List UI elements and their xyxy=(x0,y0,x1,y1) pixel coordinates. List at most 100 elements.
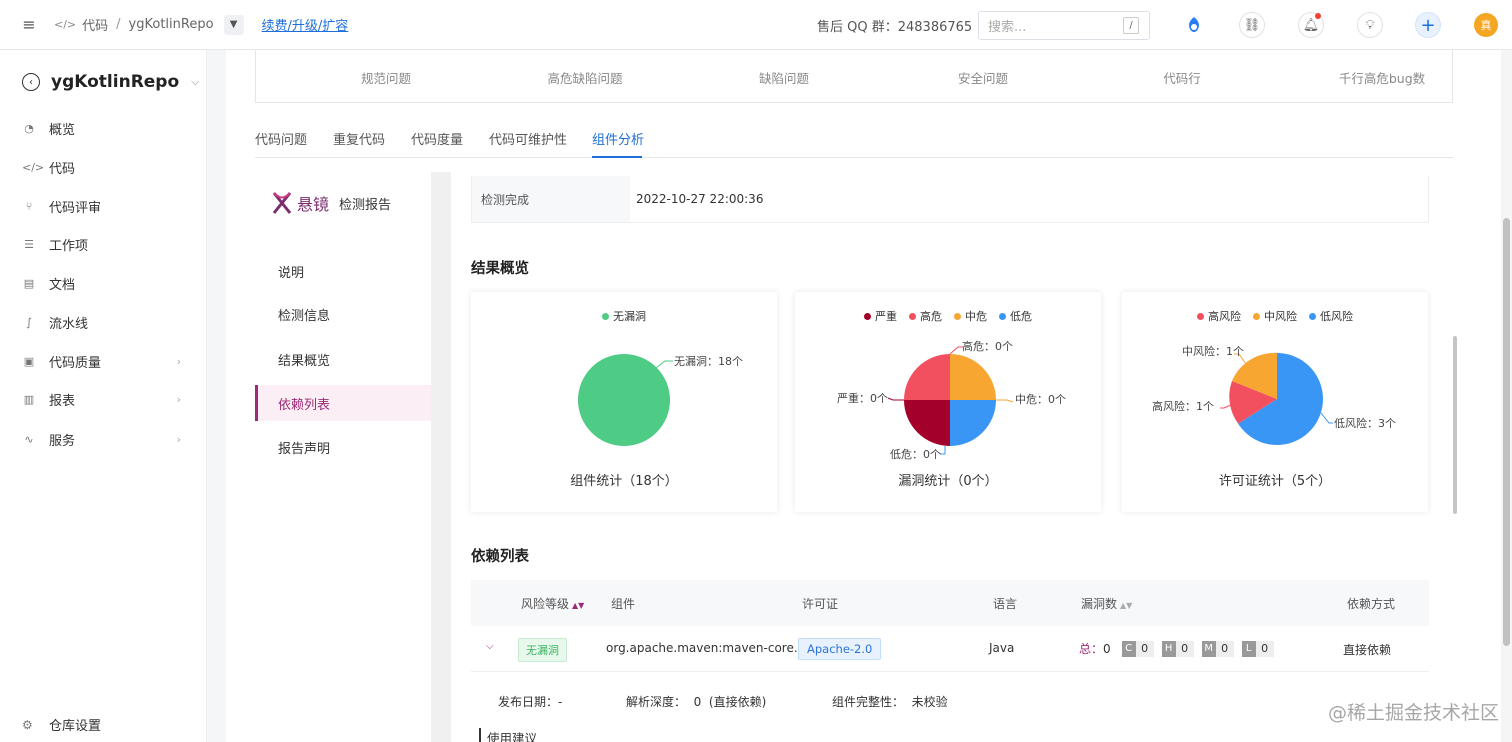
gear-icon: ⚙ xyxy=(22,717,33,732)
sidebar-item-label: 流水线 xyxy=(49,316,89,332)
list-icon: ☰ xyxy=(24,237,34,251)
search-input[interactable]: 搜索... / xyxy=(978,11,1150,40)
sort-icon[interactable]: ▲▼ xyxy=(1120,601,1132,610)
menu-icon[interactable]: ≡ xyxy=(18,14,40,36)
report-nav-item-description[interactable]: 说明 xyxy=(255,253,431,289)
sidebar-item-code-review[interactable]: ⑂ 代码评审 xyxy=(22,196,187,216)
content-scrollbar[interactable] xyxy=(1452,172,1458,564)
watermark: @稀土掘金技术社区 xyxy=(1328,702,1500,724)
pie-slice-low[interactable] xyxy=(950,400,996,446)
chart-caption: 漏洞统计（0个） xyxy=(898,474,998,489)
component-stats-card: 无漏洞 无漏洞：18个 组件统计（18个） xyxy=(471,292,777,512)
back-icon[interactable]: ‹ xyxy=(22,73,40,91)
table-row[interactable]: ⌵ 无漏洞 org.apache.maven:maven-core... Apa… xyxy=(471,626,1429,672)
language-cell: Java xyxy=(989,641,1015,655)
report-nav-item-disclaimer[interactable]: 报告声明 xyxy=(255,429,431,465)
label-leader-line xyxy=(996,399,1014,403)
stat-label: 高危缺陷问题 xyxy=(547,71,623,86)
document-icon: ▤ xyxy=(23,276,35,290)
chevron-down-icon[interactable]: ▼ xyxy=(223,14,244,35)
dashboard-icon: ◔ xyxy=(24,121,34,135)
lightbulb-icon[interactable]: 💡︎ xyxy=(1357,12,1383,38)
report-nav-divider xyxy=(431,172,451,742)
active-tab-indicator xyxy=(592,156,642,158)
stat-label: 千行高危bug数 xyxy=(1338,71,1426,86)
dependency-list-title: 依赖列表 xyxy=(471,549,529,565)
link-icon[interactable]: ⛓ xyxy=(1239,12,1265,38)
sidebar: ‹ ygKotlinRepo ⌵ ◔ 概览 </> 代码 ⑂ 代码评审 ☰ 工作… xyxy=(0,50,207,742)
report-nav-item-detection-info[interactable]: 检测信息 xyxy=(255,296,431,332)
report-nav-item-dependency-list[interactable]: 依赖列表 xyxy=(255,385,431,421)
upgrade-link[interactable]: 续费/升级/扩容 xyxy=(262,15,349,34)
breadcrumb-code[interactable]: 代码 xyxy=(82,15,108,34)
repo-switcher[interactable]: ‹ ygKotlinRepo ⌵ xyxy=(22,72,200,92)
pie-slice-critical[interactable] xyxy=(904,400,950,446)
sidebar-item-services[interactable]: ∿ 服务 › xyxy=(22,429,187,449)
component-name[interactable]: org.apache.maven:maven-core... xyxy=(606,641,805,655)
sidebar-item-settings[interactable]: ⚙ 仓库设置 xyxy=(22,715,102,735)
sidebar-item-label: 代码评审 xyxy=(49,200,102,216)
chart-caption: 组件统计（18个） xyxy=(570,474,678,489)
stat-label: 缺陷问题 xyxy=(758,71,809,86)
stats-summary: 规范问题 高危缺陷问题 缺陷问题 安全问题 代码行 千行高危bug数 xyxy=(255,50,1453,103)
main-panel: 规范问题 高危缺陷问题 缺陷问题 安全问题 代码行 千行高危bug数 代码问题 … xyxy=(226,50,1506,742)
tab-maintainability[interactable]: 代码可维护性 xyxy=(489,129,567,148)
add-icon[interactable]: + xyxy=(1415,12,1441,38)
bell-icon[interactable]: 🔔︎ xyxy=(1298,12,1324,38)
vuln-counts: 总： 0 C0 H0 M0 L0 xyxy=(1079,640,1274,657)
sidebar-item-code-quality[interactable]: ▣ 代码质量 › xyxy=(22,351,187,371)
tab-duplicate-code[interactable]: 重复代码 xyxy=(333,129,385,148)
report-nav: 悬镜 检测报告 说明 检测信息 结果概览 依赖列表 报告声明 xyxy=(255,172,431,742)
chart-caption: 许可证统计（5个） xyxy=(1218,474,1332,489)
license-stats-card: 高风险 中风险 低风险 中风险：1个 高风险：1个 低风险：3个 许可证统计（5… xyxy=(1122,292,1428,512)
column-header-risk[interactable]: 风险等级 ▲▼ xyxy=(521,595,584,612)
sidebar-item-code[interactable]: </> 代码 xyxy=(22,157,187,177)
report-content: 检测完成 2022-10-27 22:00:36 结果概览 无漏洞 无漏洞：18… xyxy=(451,172,1463,742)
report-title: 检测报告 xyxy=(339,197,392,213)
top-bar: ≡ </> 代码 / ygKotlinRepo ▼ 续费/升级/扩容 售后 QQ… xyxy=(0,0,1512,50)
dependency-table: 风险等级 ▲▼ 组件 许可证 语言 漏洞数 ▲▼ 依赖方式 ⌵ 无漏洞 org.ap… xyxy=(471,580,1429,742)
column-header-vuln-count[interactable]: 漏洞数 ▲▼ xyxy=(1081,595,1132,612)
expand-chevron-icon[interactable]: ⌵ xyxy=(486,641,494,652)
pie-label: 低风险：3个 xyxy=(1334,416,1396,430)
scrollbar-thumb[interactable] xyxy=(1503,218,1510,646)
sidebar-item-work-items[interactable]: ☰ 工作项 xyxy=(22,234,187,254)
merge-request-icon: ⑂ xyxy=(25,199,33,213)
detection-key: 检测完成 xyxy=(472,176,630,222)
pie-label: 低危：0个 xyxy=(890,448,941,461)
quality-icon: ▣ xyxy=(23,354,35,368)
tab-code-metrics[interactable]: 代码度量 xyxy=(411,129,463,148)
bar-chart-icon: ▥ xyxy=(23,392,35,406)
code-icon: </> xyxy=(54,18,77,31)
breadcrumb-repo[interactable]: ygKotlinRepo xyxy=(129,17,214,32)
sidebar-item-overview[interactable]: ◔ 概览 xyxy=(22,118,187,138)
sidebar-item-docs[interactable]: ▤ 文档 xyxy=(22,273,187,293)
overview-title: 结果概览 xyxy=(471,261,529,277)
repo-name: ygKotlinRepo xyxy=(51,72,180,92)
report-nav-item-overview[interactable]: 结果概览 xyxy=(255,341,431,377)
xuanjing-logo-icon xyxy=(272,192,292,214)
pie-label: 中危：0个 xyxy=(1015,393,1066,406)
pie-label: 高风险：1个 xyxy=(1152,399,1214,413)
page-scrollbar[interactable] xyxy=(1501,50,1512,742)
sidebar-item-pipeline[interactable]: ∫ 流水线 xyxy=(22,312,187,332)
assistant-icon[interactable] xyxy=(1181,12,1207,38)
chevron-down-icon[interactable]: ⌵ xyxy=(191,75,199,89)
high-count: H0 xyxy=(1161,640,1194,657)
sort-icon[interactable]: ▲▼ xyxy=(572,601,584,610)
label-leader-line xyxy=(1320,412,1333,424)
breadcrumb-separator: / xyxy=(116,17,121,32)
pie-label: 无漏洞：18个 xyxy=(674,355,743,368)
sidebar-item-label: 代码质量 xyxy=(49,355,102,371)
avatar[interactable]: 真 xyxy=(1474,13,1498,37)
scrollbar-thumb[interactable] xyxy=(1453,336,1457,514)
sidebar-item-reports[interactable]: ▥ 报表 › xyxy=(22,389,187,409)
license-badge[interactable]: Apache-2.0 xyxy=(798,638,882,660)
risk-badge: 无漏洞 xyxy=(518,638,567,662)
tab-code-issues[interactable]: 代码问题 xyxy=(255,129,307,148)
label-leader-line xyxy=(1220,404,1232,409)
sidebar-item-label: 仓库设置 xyxy=(49,719,102,734)
search-placeholder: 搜索... xyxy=(988,20,1027,35)
tab-component-analysis[interactable]: 组件分析 xyxy=(592,129,644,148)
analysis-tabs: 代码问题 重复代码 代码度量 代码可维护性 组件分析 xyxy=(255,127,1453,158)
